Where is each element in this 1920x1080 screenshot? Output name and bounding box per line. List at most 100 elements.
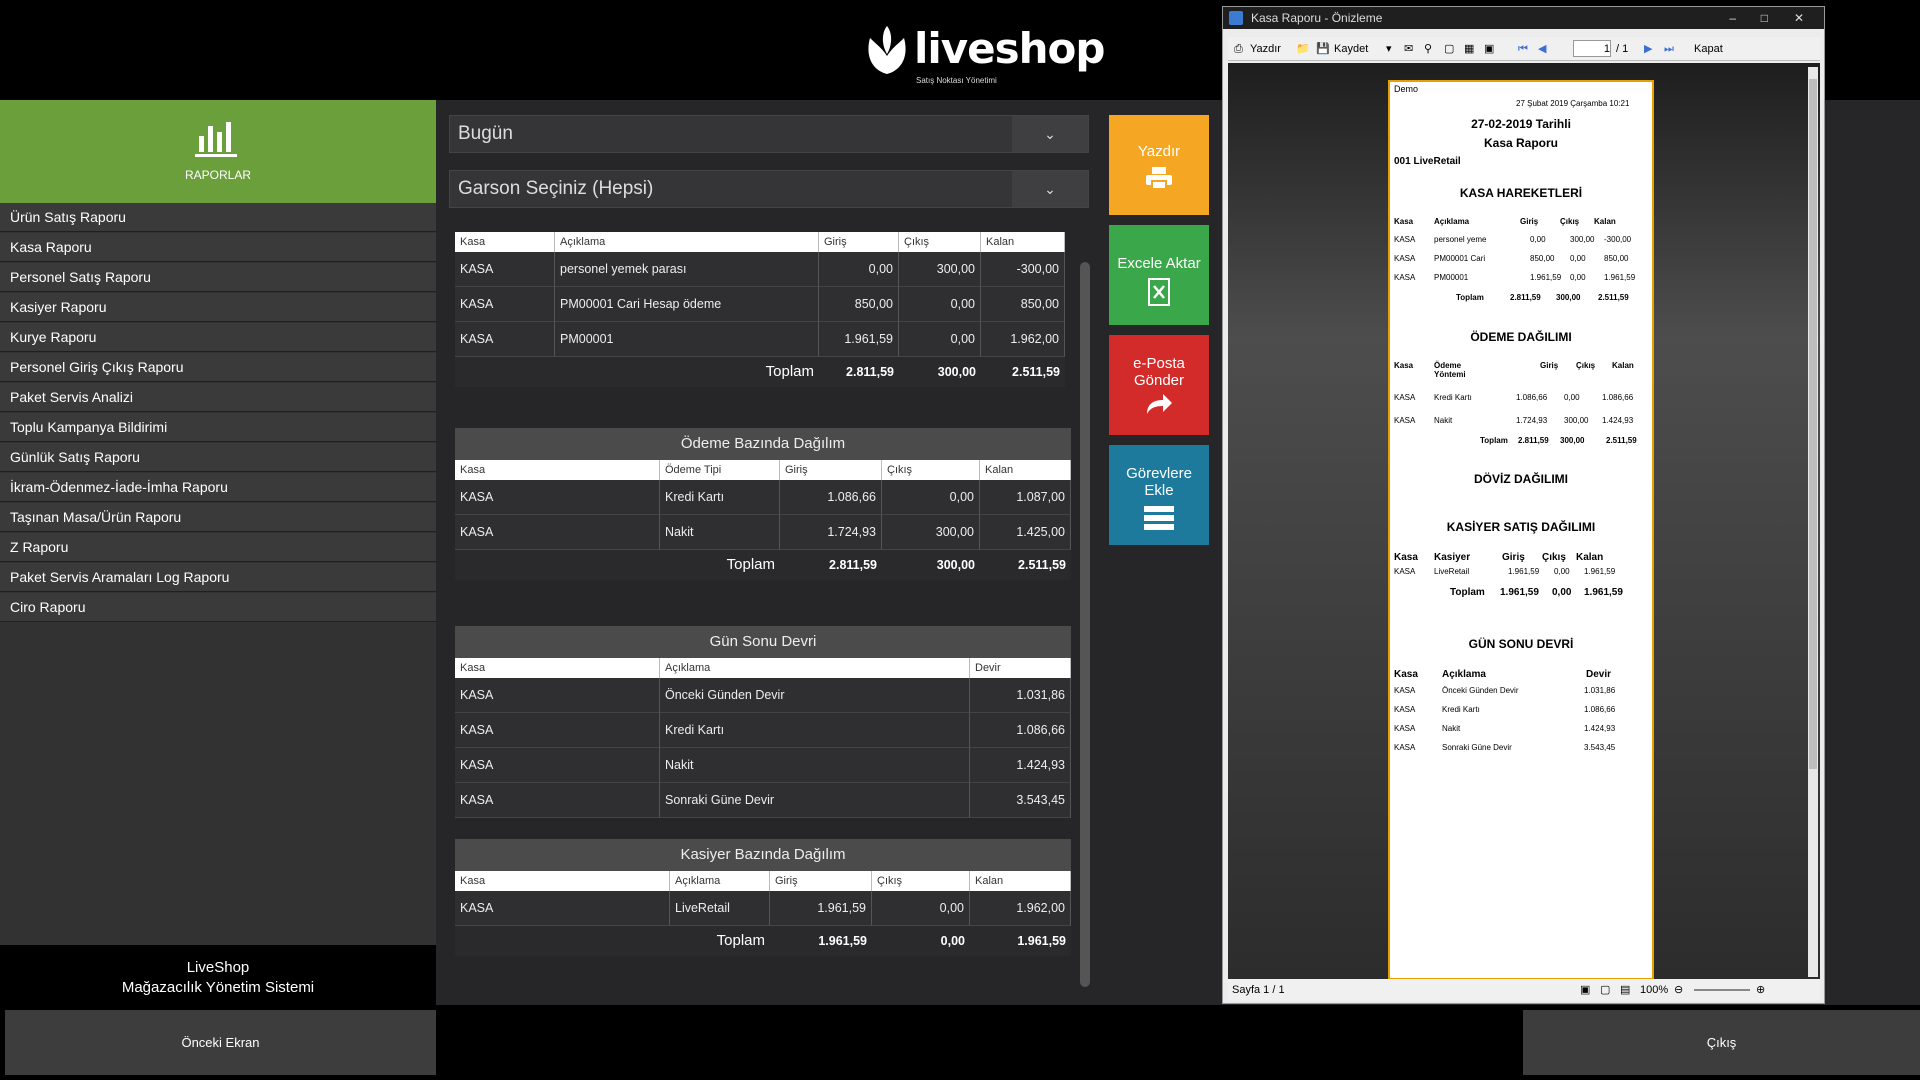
table-row[interactable]: KASA Nakit 1.424,93 bbox=[455, 748, 1071, 783]
zoom-page-icon[interactable]: ▢ bbox=[1600, 979, 1610, 1001]
zoom-in-icon[interactable]: ⊕ bbox=[1756, 979, 1765, 1001]
column-header: Çıkış bbox=[899, 232, 981, 252]
date-select[interactable]: Bugün ⌄ bbox=[449, 115, 1089, 153]
table-header: Kasa Açıklama Devir bbox=[455, 658, 1071, 678]
print-label: Yazdır bbox=[1137, 143, 1181, 160]
print-icon[interactable]: ⎙ bbox=[1234, 37, 1243, 61]
table-cell: 850,00 bbox=[981, 287, 1065, 322]
table-row[interactable]: KASA Nakit 1.724,93 300,00 1.425,00 bbox=[455, 515, 1071, 550]
maximize-icon[interactable]: □ bbox=[1761, 7, 1768, 29]
table-cell: 0,00 bbox=[872, 891, 970, 926]
report-cell: 300,00 bbox=[1564, 416, 1589, 425]
exit-button[interactable]: Çıkış bbox=[1523, 1010, 1920, 1075]
previous-page-icon[interactable]: ◀ bbox=[1538, 37, 1546, 61]
report-total: 2.511,59 bbox=[1606, 436, 1637, 445]
sidebar-item[interactable]: Paket Servis Aramaları Log Raporu bbox=[0, 563, 436, 592]
minimize-icon[interactable]: – bbox=[1729, 7, 1736, 29]
sidebar-item[interactable]: Ürün Satış Raporu bbox=[0, 203, 436, 232]
odeme-table: Ödeme Bazında Dağılım Kasa Ödeme Tipi Giriş… bbox=[455, 428, 1071, 580]
table-cell: KASA bbox=[455, 783, 660, 818]
zoom-fit-icon[interactable]: ▣ bbox=[1580, 979, 1590, 1001]
back-button[interactable]: Önceki Ekran bbox=[5, 1010, 436, 1075]
table-cell: 1.425,00 bbox=[980, 515, 1071, 550]
sidebar-item[interactable]: Toplu Kampanya Bildirimi bbox=[0, 413, 436, 442]
save-dropdown-arrow-icon[interactable]: ▾ bbox=[1386, 37, 1392, 61]
print-button[interactable]: Yazdır bbox=[1109, 115, 1209, 215]
page-setup-icon[interactable]: ▣ bbox=[1484, 37, 1494, 61]
page-number-input[interactable] bbox=[1573, 40, 1611, 57]
table-cell: 0,00 bbox=[882, 480, 980, 515]
sidebar-item[interactable]: Personel Satış Raporu bbox=[0, 263, 436, 292]
report-col-header: Kalan bbox=[1576, 552, 1604, 563]
sidebar-item[interactable]: Personel Giriş Çıkış Raporu bbox=[0, 353, 436, 382]
report-cell: Önceki Günden Devir bbox=[1442, 686, 1519, 695]
preview-canvas: Demo 27 Şubat 2019 Çarşamba 10:21 27-02-20… bbox=[1228, 63, 1820, 980]
preview-scroll-thumb[interactable] bbox=[1809, 79, 1817, 769]
sidebar-item[interactable]: Ciro Raporu bbox=[0, 593, 436, 622]
zoom-slider[interactable] bbox=[1694, 989, 1750, 991]
sidebar-item[interactable]: Günlük Satış Raporu bbox=[0, 443, 436, 472]
waiter-select[interactable]: Garson Seçiniz (Hepsi) ⌄ bbox=[449, 170, 1089, 208]
table-cell: 1.086,66 bbox=[780, 480, 882, 515]
report-col-header: Ödeme bbox=[1434, 361, 1462, 370]
column-header: Kalan bbox=[981, 232, 1065, 252]
gunsonu-table: Gün Sonu Devri Kasa Açıklama Devir KASA Öncek… bbox=[455, 626, 1071, 818]
last-page-icon[interactable]: ⏭ bbox=[1664, 37, 1674, 61]
sidebar-item[interactable]: Kasa Raporu bbox=[0, 233, 436, 262]
column-header: Giriş bbox=[819, 232, 899, 252]
sidebar-item[interactable]: Paket Servis Analizi bbox=[0, 383, 436, 412]
table-row[interactable]: KASA Önceki Günden Devir 1.031,86 bbox=[455, 678, 1071, 713]
single-page-icon[interactable]: ▢ bbox=[1444, 37, 1454, 61]
table-row[interactable]: KASA LiveRetail 1.961,59 0,00 1.962,00 bbox=[455, 891, 1071, 926]
report-cell: 0,00 bbox=[1570, 273, 1586, 282]
table-total-row: Toplam 2.811,59 300,00 2.511,59 bbox=[455, 550, 1071, 580]
multi-page-icon[interactable]: ▦ bbox=[1464, 37, 1474, 61]
zoom-width-icon[interactable]: ▤ bbox=[1620, 979, 1630, 1001]
save-disk-icon[interactable]: 💾 bbox=[1316, 37, 1330, 61]
table-cell: KASA bbox=[455, 480, 660, 515]
content-scrollbar[interactable] bbox=[1080, 262, 1090, 987]
kasa-table: Kasa Açıklama Giriş Çıkış Kalan KASA personel … bbox=[455, 232, 1065, 387]
column-header: Devir bbox=[970, 658, 1071, 678]
total-value: 2.811,59 bbox=[846, 365, 894, 379]
email-label-line1: e-Posta bbox=[1133, 355, 1185, 372]
table-row[interactable]: KASA PM00001 1.961,59 0,00 1.962,00 bbox=[455, 322, 1065, 357]
chevron-down-icon[interactable]: ⌄ bbox=[1012, 171, 1088, 207]
chevron-down-icon[interactable]: ⌄ bbox=[1012, 116, 1088, 152]
sidebar-item[interactable]: Z Raporu bbox=[0, 533, 436, 562]
report-cell: KASA bbox=[1394, 273, 1416, 282]
report-cell: 3.543,45 bbox=[1584, 743, 1616, 752]
toolbar-save-button[interactable]: Kaydet bbox=[1334, 37, 1368, 61]
email-icon[interactable]: ✉ bbox=[1404, 37, 1413, 61]
sidebar-item[interactable]: Kurye Raporu bbox=[0, 323, 436, 352]
close-preview-button[interactable]: Kapat bbox=[1694, 37, 1723, 61]
report-cell: Nakit bbox=[1434, 416, 1453, 425]
table-row[interactable]: KASA Sonraki Güne Devir 3.543,45 bbox=[455, 783, 1071, 818]
report-cell: 1.086,66 bbox=[1602, 393, 1634, 402]
section-title: GÜN SONU DEVRİ bbox=[1468, 637, 1574, 651]
email-send-button[interactable]: e-Posta Gönder bbox=[1109, 335, 1209, 435]
add-task-button[interactable]: Görevlere Ekle bbox=[1109, 445, 1209, 545]
report-col-header: Kasa bbox=[1394, 669, 1418, 680]
preview-scrollbar[interactable] bbox=[1808, 67, 1818, 977]
find-icon[interactable]: ⚲ bbox=[1424, 37, 1432, 61]
table-cell: 1.961,59 bbox=[770, 891, 872, 926]
next-page-icon[interactable]: ▶ bbox=[1644, 37, 1652, 61]
toolbar-print-button[interactable]: Yazdır bbox=[1250, 37, 1281, 61]
sidebar-item[interactable]: Kasiyer Raporu bbox=[0, 293, 436, 322]
zoom-out-icon[interactable]: ⊖ bbox=[1674, 979, 1683, 1001]
table-row[interactable]: KASA personel yemek parası 0,00 300,00 -300,… bbox=[455, 252, 1065, 287]
open-folder-icon[interactable]: 📁 bbox=[1296, 37, 1310, 61]
sidebar-item[interactable]: Taşınan Masa/Ürün Raporu bbox=[0, 503, 436, 532]
sidebar-item[interactable]: İkram-Ödenmez-İade-İmha Raporu bbox=[0, 473, 436, 502]
total-value: 2.511,59 bbox=[1018, 558, 1066, 572]
report-total: 1.961,59 bbox=[1500, 587, 1539, 598]
excel-export-button[interactable]: Excele Aktar bbox=[1109, 225, 1209, 325]
first-page-icon[interactable]: ⏮ bbox=[1518, 37, 1528, 61]
table-row[interactable]: KASA Kredi Kartı 1.086,66 0,00 1.087,00 bbox=[455, 480, 1071, 515]
table-cell: KASA bbox=[455, 891, 670, 926]
table-row[interactable]: KASA Kredi Kartı 1.086,66 bbox=[455, 713, 1071, 748]
table-row[interactable]: KASA PM00001 Cari Hesap ödeme 850,00 0,00 85… bbox=[455, 287, 1065, 322]
close-icon[interactable]: ✕ bbox=[1794, 7, 1804, 29]
share-arrow-icon bbox=[1147, 394, 1172, 414]
